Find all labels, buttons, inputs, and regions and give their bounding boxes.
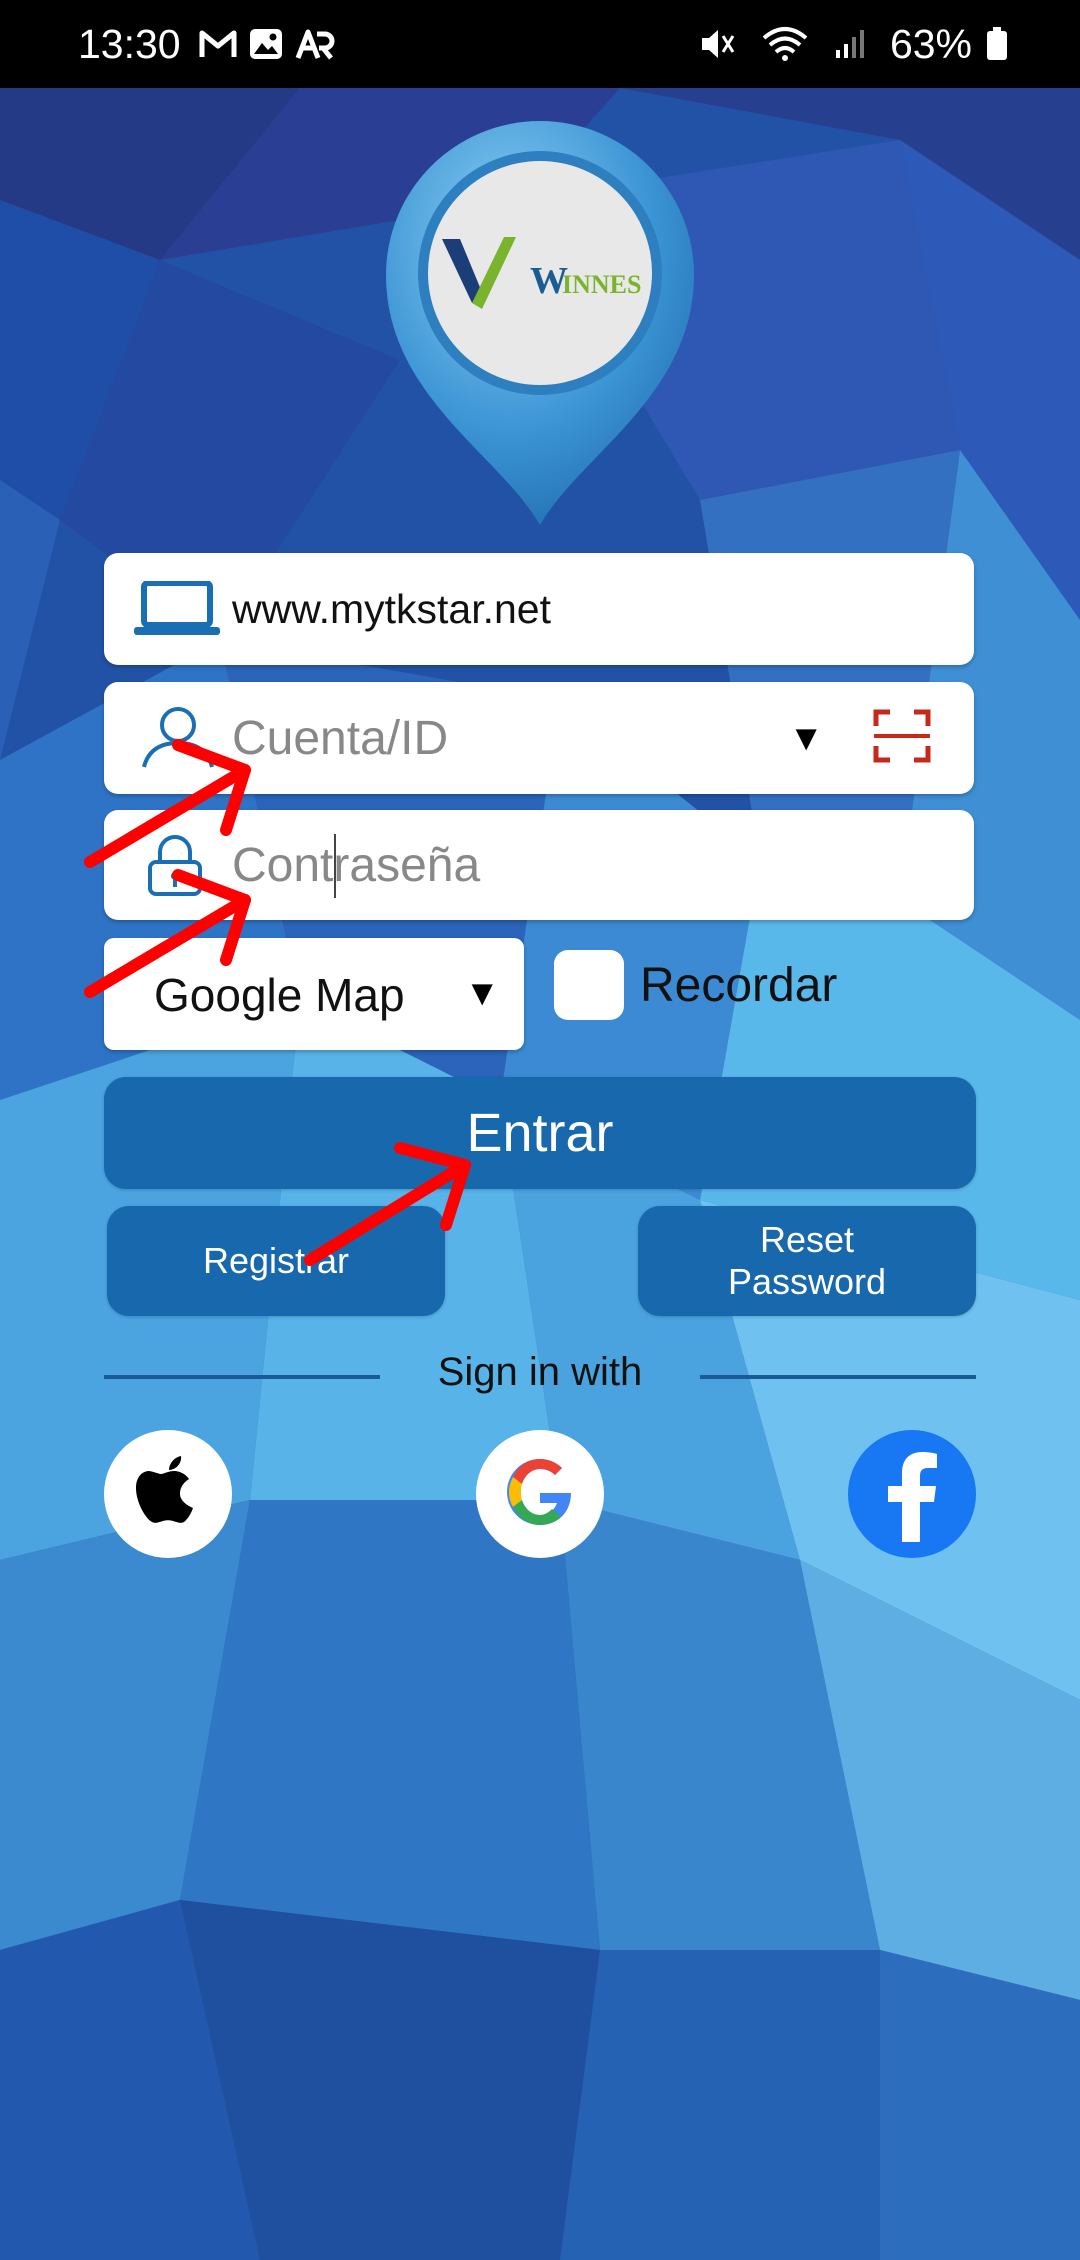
server-url-field[interactable]: www.mytkstar.net	[104, 553, 974, 665]
sign-in-with-label: Sign in with	[437, 1350, 643, 1394]
google-signin-button[interactable]	[476, 1430, 604, 1558]
laptop-icon	[134, 581, 220, 637]
map-type-select[interactable]: Google Map ▼	[104, 938, 524, 1050]
lock-icon	[144, 834, 206, 896]
battery-icon	[986, 27, 1008, 61]
google-icon	[505, 1457, 575, 1532]
login-button-label: Entrar	[466, 1103, 614, 1163]
status-time: 13:30	[78, 20, 181, 67]
reset-password-button[interactable]: Reset Password	[638, 1206, 976, 1316]
battery-percent: 63%	[889, 20, 972, 67]
gallery-icon	[249, 28, 283, 60]
remember-label[interactable]: Recordar	[640, 958, 837, 1013]
remember-checkbox[interactable]	[554, 950, 624, 1020]
apple-icon	[136, 1455, 200, 1533]
signal-icon	[834, 28, 864, 60]
gmail-icon	[199, 29, 237, 59]
account-dropdown-arrow[interactable]: ▼	[788, 717, 824, 759]
qr-scan-icon[interactable]	[872, 708, 932, 769]
reset-button-line1: Reset	[759, 1219, 855, 1260]
svg-text:INNES: INNES	[562, 270, 641, 299]
facebook-signin-button[interactable]	[848, 1430, 976, 1558]
mute-icon	[698, 26, 736, 62]
password-input[interactable]: Contraseña	[232, 838, 480, 893]
register-button[interactable]: Registrar	[107, 1206, 445, 1316]
app-logo: W INNES	[386, 121, 694, 525]
password-field[interactable]: Contraseña	[104, 810, 974, 920]
ar-icon	[295, 28, 335, 60]
divider-right	[700, 1375, 976, 1379]
account-input[interactable]: Cuenta/ID	[232, 711, 448, 766]
register-button-label: Registrar	[202, 1240, 350, 1281]
login-button[interactable]: Entrar	[104, 1077, 976, 1189]
reset-button-line2: Password	[727, 1261, 887, 1302]
server-url-value: www.mytkstar.net	[232, 585, 551, 632]
account-field[interactable]: Cuenta/ID ▼	[104, 682, 974, 794]
map-type-value: Google Map	[154, 969, 405, 1021]
divider-left	[104, 1375, 380, 1379]
chevron-down-icon: ▼	[464, 972, 500, 1013]
user-icon	[138, 705, 218, 771]
wifi-icon	[762, 26, 808, 62]
facebook-icon	[882, 1442, 942, 1547]
apple-signin-button[interactable]	[104, 1430, 232, 1558]
status-bar: 13:30 63%	[0, 0, 1080, 88]
